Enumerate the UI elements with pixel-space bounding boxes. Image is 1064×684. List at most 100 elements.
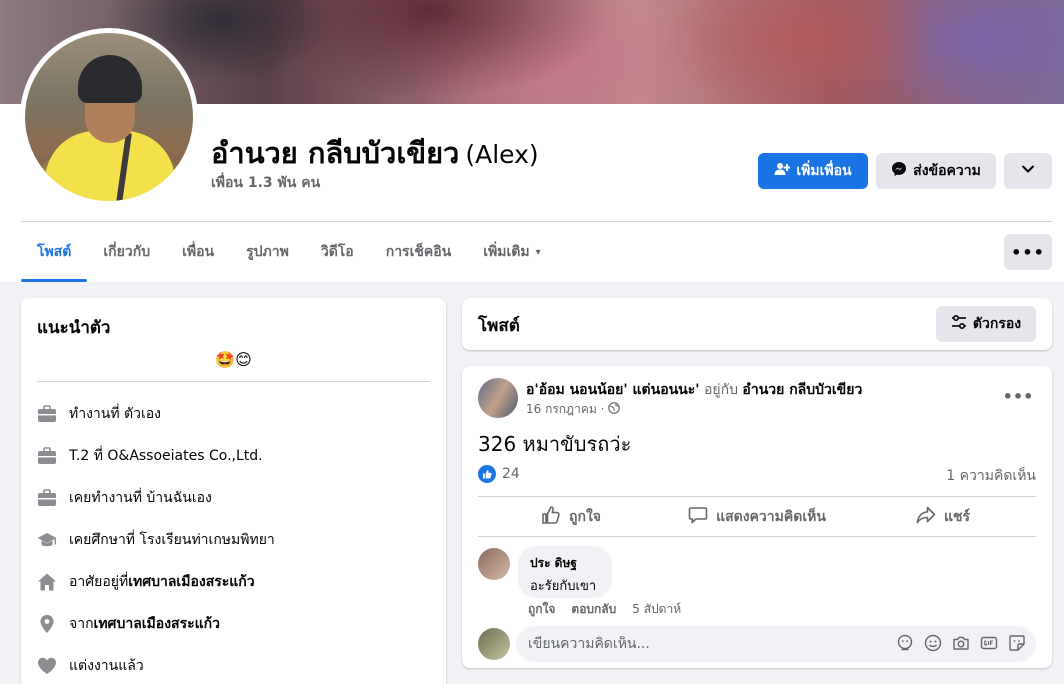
tab-label: เพิ่มเติม <box>483 244 530 260</box>
comment-actions: ถูกใจ ตอบกลับ 5 สัปดาห์ <box>528 600 681 619</box>
intro-card: แนะนำตัว 🤩😊 ทำงานที่ ตัวเอง T.2 ที่ O&As… <box>21 298 446 684</box>
composer-icons <box>896 634 1026 652</box>
send-message-button[interactable]: ส่งข้อความ <box>876 153 996 189</box>
add-friend-icon <box>774 161 791 181</box>
avatar-sticker-icon[interactable] <box>896 634 914 652</box>
like-button[interactable]: ถูกใจ <box>478 500 664 534</box>
tab-label: รูปภาพ <box>246 244 289 260</box>
post-text: 326 หมาขับรถว่ะ <box>478 432 632 456</box>
avatar-hat <box>78 55 142 103</box>
tabs-more-options-button[interactable]: ••• <box>1004 234 1052 270</box>
intro-item-text: เคยศึกษาที่ โรงเรียนท่าเกษมพิทยา <box>69 532 275 548</box>
add-friend-button[interactable]: เพิ่มเพื่อน <box>758 153 868 189</box>
filter-label: ตัวกรอง <box>972 316 1022 332</box>
intro-item-link[interactable]: เทศบาลเมืองสระแก้ว <box>94 613 220 635</box>
intro-item-relationship: แต่งงานแล้ว <box>37 654 144 678</box>
intro-item-text: ทำงานที่ ตัวเอง <box>69 406 162 422</box>
profile-header: อำนวย กลีบบัวเขียว (Alex) เพื่อน 1.3 พัน … <box>0 0 1064 282</box>
filter-button[interactable]: ตัวกรอง <box>936 306 1036 342</box>
caret-down-icon: ▾ <box>535 246 541 258</box>
share-button[interactable]: แชร์ <box>850 500 1036 534</box>
like-reaction-icon <box>478 465 496 483</box>
intro-divider <box>37 381 430 382</box>
posts-title: โพสต์ <box>478 316 520 336</box>
briefcase-icon <box>37 446 57 466</box>
profile-name-line: อำนวย กลีบบัวเขียว (Alex) <box>211 130 539 176</box>
tab-more[interactable]: เพิ่มเติม ▾ <box>467 222 556 282</box>
share-arrow-icon <box>916 505 936 529</box>
chevron-down-icon <box>1021 162 1035 180</box>
filter-sliders-icon <box>951 314 967 334</box>
briefcase-icon <box>37 488 57 508</box>
camera-icon[interactable] <box>952 634 970 652</box>
post-divider <box>478 496 1036 497</box>
tab-label: วิดีโอ <box>320 244 354 260</box>
profile-more-button[interactable] <box>1004 153 1052 189</box>
intro-item-text: แต่งงานแล้ว <box>69 658 144 674</box>
comment-reply-link[interactable]: ตอบกลับ <box>571 600 616 619</box>
comment-button[interactable]: แสดงความคิดเห็น <box>664 500 850 534</box>
profile-avatar[interactable] <box>25 33 193 201</box>
intro-item-from: จาก เทศบาลเมืองสระแก้ว <box>37 612 220 636</box>
post-author-avatar[interactable] <box>478 378 518 418</box>
tab-photos[interactable]: รูปภาพ <box>230 222 305 282</box>
comment-text: อะรัยกับเขา <box>530 579 597 594</box>
reaction-count: 24 <box>502 466 520 482</box>
intro-item-work: ทำงานที่ ตัวเอง <box>37 402 161 426</box>
intro-title: แนะนำตัว <box>37 318 111 338</box>
intro-bio: 🤩😊 <box>215 350 252 369</box>
home-icon <box>37 572 57 592</box>
location-pin-icon <box>37 614 57 634</box>
tab-posts[interactable]: โพสต์ <box>21 222 88 282</box>
heart-icon <box>37 656 57 676</box>
messenger-icon <box>891 161 907 181</box>
comment-composer[interactable] <box>516 626 1036 662</box>
comment-label: แสดงความคิดเห็น <box>716 509 826 525</box>
intro-item-text: อาศัยอยู่ที่ <box>69 574 129 590</box>
tab-label: เกี่ยวกับ <box>103 244 151 260</box>
profile-alt-name: (Alex) <box>465 140 539 169</box>
briefcase-icon <box>37 404 57 424</box>
intro-item-link[interactable]: เทศบาลเมืองสระแก้ว <box>128 571 254 593</box>
like-label: ถูกใจ <box>569 509 601 525</box>
comment-input[interactable] <box>528 636 868 652</box>
commenter-avatar[interactable] <box>478 548 510 580</box>
commenter-name[interactable]: ประ ดิษฐ <box>530 554 600 573</box>
post-reactions[interactable]: 24 <box>478 465 520 483</box>
current-user-avatar[interactable] <box>478 628 510 660</box>
tab-label: เพื่อน <box>182 244 215 260</box>
post-actions: ถูกใจ แสดงความคิดเห็น แชร์ <box>478 500 1036 534</box>
add-friend-label: เพิ่มเพื่อน <box>796 163 852 179</box>
posts-header-card: โพสต์ ตัวกรอง <box>462 298 1052 350</box>
comment-time[interactable]: 5 สัปดาห์ <box>632 600 681 619</box>
tab-checkins[interactable]: การเช็คอิน <box>370 222 468 282</box>
profile-tabs: โพสต์ เกี่ยวกับ เพื่อน รูปภาพ วิดีโอ การ… <box>21 222 557 282</box>
comment-like-link[interactable]: ถูกใจ <box>528 600 555 619</box>
comment-bubble-icon <box>688 505 708 529</box>
post-options-button[interactable]: ••• <box>1000 382 1036 410</box>
comment-count[interactable]: 1 ความคิดเห็น <box>946 465 1036 487</box>
post-author-name[interactable]: อ'อ้อม นอนน้อย' แต่นอนนะ' <box>526 382 700 398</box>
intro-item-text: เคยทำงานที่ บ้านฉันเอง <box>69 490 212 506</box>
intro-item-lives-in: อาศัยอยู่ที่ เทศบาลเมืองสระแก้ว <box>37 570 255 594</box>
emoji-icon[interactable] <box>924 634 942 652</box>
post-author-line: อ'อ้อม นอนน้อย' แต่นอนนะ' อยู่กับ อำนวย … <box>526 379 862 401</box>
sticker-icon[interactable] <box>1008 634 1026 652</box>
comment-bubble: ประ ดิษฐ อะรัยกับเขา <box>518 546 612 598</box>
share-label: แชร์ <box>943 509 971 525</box>
gif-icon[interactable] <box>980 634 998 652</box>
post-with-text: อยู่กับ <box>699 382 743 398</box>
post-card: อ'อ้อม นอนน้อย' แต่นอนนะ' อยู่กับ อำนวย … <box>462 366 1052 668</box>
post-tagged-name[interactable]: อำนวย กลีบบัวเขียว <box>742 382 862 398</box>
post-divider <box>478 536 1036 537</box>
tab-videos[interactable]: วิดีโอ <box>305 222 370 282</box>
tab-about[interactable]: เกี่ยวกับ <box>87 222 166 282</box>
tab-label: การเช็คอิน <box>385 244 452 260</box>
post-date[interactable]: 16 กรกฎาคม · <box>526 400 604 419</box>
tab-friends[interactable]: เพื่อน <box>166 222 230 282</box>
thumbs-up-icon <box>541 505 561 529</box>
intro-item-text: T.2 ที่ O&Assoeiates Co.,Ltd. <box>69 448 263 464</box>
globe-icon <box>608 402 621 417</box>
friend-count[interactable]: เพื่อน 1.3 พัน คน <box>211 172 320 194</box>
profile-name: อำนวย กลีบบัวเขียว <box>211 136 460 170</box>
